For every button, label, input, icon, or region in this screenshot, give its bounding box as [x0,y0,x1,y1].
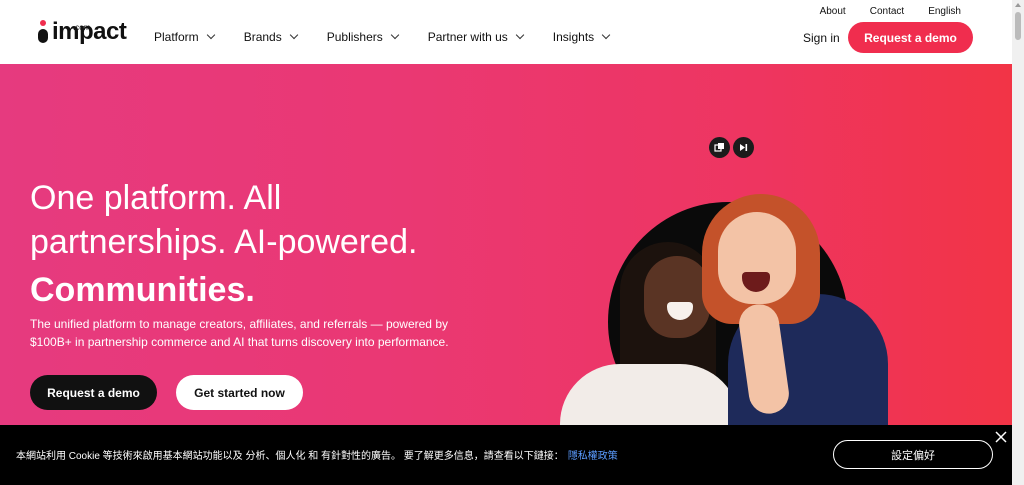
hero-headline-bold: Communities. [30,271,255,309]
sign-in-link[interactable]: Sign in [803,31,840,45]
chevron-down-icon [206,30,215,40]
hero-description: The unified platform to manage creators,… [30,317,449,349]
nav-publishers[interactable]: Publishers [326,30,399,44]
privacy-policy-link[interactable]: 隱私權政策 [568,451,618,462]
hero-photo [560,194,900,425]
utility-links: About Contact English [796,6,961,17]
language-link[interactable]: English [928,6,961,17]
chevron-down-icon [289,30,298,40]
request-demo-button-header[interactable]: Request a demo [848,22,973,53]
logo-sub: .com [73,23,91,32]
chevron-down-icon [390,30,399,40]
scroll-up-icon[interactable] [1015,3,1021,7]
logo-mark [38,20,48,44]
nav-brands[interactable]: Brands [243,30,298,44]
request-demo-button[interactable]: Request a demo [30,375,157,410]
hero-section: One platform. All partnerships. AI-power… [0,64,1012,425]
cookie-banner: 本網站利用 Cookie 等技術來啟用基本網站功能以及 分析、個人化 和 有針對… [0,425,1012,485]
vertical-scrollbar[interactable] [1012,0,1024,485]
nav-label: Partner with us [427,30,508,44]
nav-label: Brands [243,30,282,44]
chevron-down-icon [515,30,525,40]
nav-platform[interactable]: Platform [154,30,215,44]
nav-label: Publishers [326,30,383,44]
nav-label: Platform [154,30,199,44]
cookie-preferences-button[interactable]: 設定偏好 [833,440,993,469]
skip-forward-icon[interactable] [733,137,754,158]
cookie-message: 本網站利用 Cookie 等技術來啟用基本網站功能以及 分析、個人化 和 有針對… [16,451,564,462]
contact-link[interactable]: Contact [870,6,904,17]
cookie-text: 本網站利用 Cookie 等技術來啟用基本網站功能以及 分析、個人化 和 有針對… [16,447,618,462]
picture-in-picture-icon[interactable] [709,137,730,158]
nav-label: Insights [552,30,595,44]
nav-insights[interactable]: Insights [552,30,611,44]
site-header: impact .com Platform Brands Publishers P… [0,0,1012,64]
chevron-down-icon [601,30,611,40]
main-nav: Platform Brands Publishers Partner with … [154,30,639,44]
hero-headline: One platform. All partnerships. AI-power… [30,179,418,261]
about-link[interactable]: About [820,6,846,17]
get-started-button[interactable]: Get started now [176,375,303,410]
scroll-thumb[interactable] [1015,12,1021,40]
nav-partner-with-us[interactable]: Partner with us [427,30,525,44]
close-icon[interactable] [994,430,1008,444]
